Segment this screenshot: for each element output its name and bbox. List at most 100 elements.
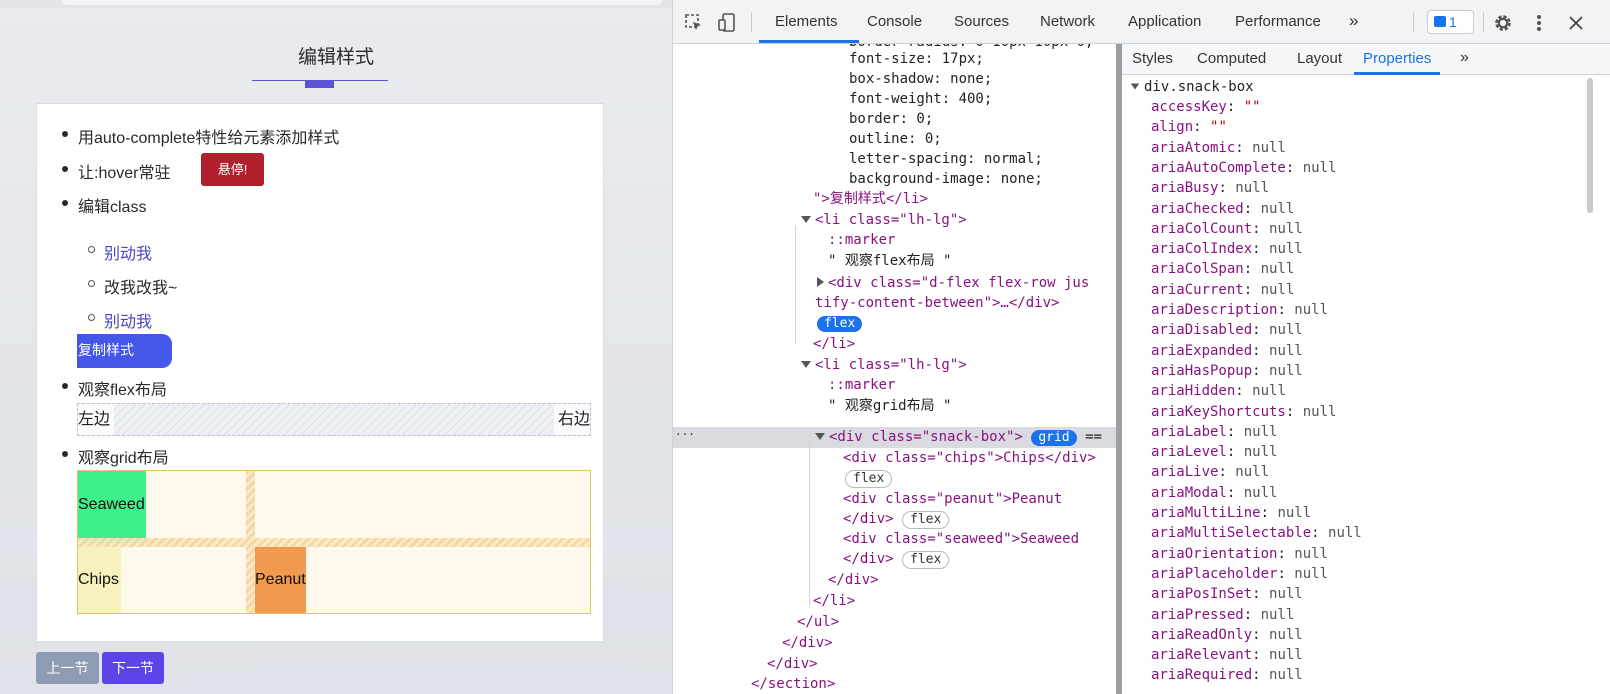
- sub-list-item[interactable]: 改我改我~: [104, 274, 177, 298]
- property-value: null: [1269, 626, 1303, 643]
- dom-node[interactable]: ">复制样式</li>: [813, 189, 928, 209]
- grid-badge[interactable]: grid: [1031, 430, 1077, 446]
- dom-text[interactable]: " 观察flex布局 ": [828, 251, 951, 271]
- property-row[interactable]: ariaExpanded: null: [1151, 341, 1303, 361]
- tab-sources[interactable]: Sources: [954, 13, 1009, 30]
- flex-badge[interactable]: flex: [845, 468, 893, 488]
- property-row[interactable]: ariaHasPopup: null: [1151, 361, 1303, 381]
- property-row[interactable]: accessKey: "": [1151, 97, 1261, 117]
- dom-node[interactable]: <div class="d-flex flex-row jus: [817, 273, 1089, 293]
- settings-gear-icon[interactable]: [1493, 13, 1513, 33]
- hover-badge[interactable]: 悬停!: [201, 153, 264, 186]
- tab-application[interactable]: Application: [1128, 13, 1201, 30]
- property-row[interactable]: ariaAtomic: null: [1151, 138, 1286, 158]
- dom-node[interactable]: tify-content-between">…</div>: [815, 293, 1059, 313]
- property-value: null: [1260, 200, 1295, 217]
- property-row[interactable]: ariaChecked: null: [1151, 199, 1294, 219]
- dom-node[interactable]: </li>: [813, 591, 855, 611]
- dom-node[interactable]: <div class="chips">Chips</div>: [843, 448, 1096, 468]
- list-item: 观察grid布局: [78, 450, 169, 467]
- dom-text[interactable]: " 观察grid布局 ": [828, 396, 951, 416]
- property-row[interactable]: ariaOrientation: null: [1151, 544, 1328, 564]
- property-row[interactable]: ariaMultiLine: null: [1151, 503, 1311, 523]
- dom-node[interactable]: <div class="seaweed">Seaweed: [843, 529, 1079, 549]
- property-row[interactable]: ariaPosInSet: null: [1151, 584, 1303, 604]
- flex-badge[interactable]: flex: [817, 313, 863, 333]
- property-value: null: [1302, 159, 1337, 176]
- sub-list-item[interactable]: 别动我: [104, 240, 152, 264]
- bullet: [62, 200, 68, 206]
- dom-node[interactable]: </section>: [751, 674, 835, 694]
- property-row[interactable]: ariaHidden: null: [1151, 381, 1286, 401]
- tab-console[interactable]: Console: [867, 13, 922, 30]
- tab-properties[interactable]: Properties: [1363, 50, 1431, 67]
- close-icon[interactable]: [1569, 16, 1583, 30]
- property-row[interactable]: align: "": [1151, 117, 1227, 137]
- dom-node[interactable]: </div>: [782, 633, 833, 653]
- property-row[interactable]: ariaLevel: null: [1151, 442, 1277, 462]
- grid-gap-column: [246, 471, 255, 613]
- dom-node[interactable]: </li>: [813, 334, 855, 354]
- inspect-icon[interactable]: [685, 14, 703, 32]
- property-row[interactable]: ariaDescription: null: [1151, 300, 1328, 320]
- expand-triangle-icon[interactable]: [801, 361, 811, 368]
- grid-peanut: Peanut: [255, 547, 306, 613]
- tab-network[interactable]: Network: [1040, 13, 1095, 30]
- property-row[interactable]: ariaColIndex: null: [1151, 239, 1303, 259]
- dom-node[interactable]: </ul>: [797, 612, 839, 632]
- more-tabs-chevron-icon[interactable]: »: [1460, 49, 1469, 67]
- dom-node[interactable]: </div> flex: [843, 549, 950, 569]
- issues-badge[interactable]: 1: [1427, 10, 1474, 34]
- expand-triangle-icon[interactable]: [1130, 83, 1140, 90]
- property-row[interactable]: ariaMultiSelectable: null: [1151, 523, 1362, 543]
- property-row[interactable]: ariaModal: null: [1151, 483, 1277, 503]
- property-row[interactable]: ariaReadOnly: null: [1151, 625, 1303, 645]
- property-row[interactable]: ariaRelevant: null: [1151, 645, 1303, 665]
- property-row[interactable]: ariaKeyShortcuts: null: [1151, 402, 1336, 422]
- property-row[interactable]: ariaBusy: null: [1151, 178, 1269, 198]
- property-row[interactable]: ariaDisabled: null: [1151, 320, 1303, 340]
- property-row[interactable]: ariaLabel: null: [1151, 422, 1277, 442]
- property-row[interactable]: ariaCurrent: null: [1151, 280, 1294, 300]
- ellipsis-icon[interactable]: ···: [675, 425, 695, 445]
- device-toolbar-icon[interactable]: [718, 13, 736, 33]
- property-row[interactable]: ariaAutoComplete: null: [1151, 158, 1336, 178]
- tab-elements[interactable]: Elements: [775, 13, 838, 30]
- style-rule-line: letter-spacing: normal;: [849, 151, 1043, 167]
- prev-button[interactable]: 上一节: [36, 652, 99, 684]
- property-value: null: [1269, 241, 1303, 258]
- collapse-triangle-icon[interactable]: [817, 277, 824, 287]
- expand-triangle-icon[interactable]: [801, 216, 811, 223]
- property-row[interactable]: ariaPressed: null: [1151, 605, 1294, 625]
- property-key: ariaRelevant: [1151, 647, 1253, 664]
- property-row[interactable]: ariaPlaceholder: null: [1151, 564, 1328, 584]
- dom-node-selected[interactable]: <div class="snack-box"> grid ==: [815, 427, 1102, 447]
- dom-node[interactable]: <li class="lh-lg">: [801, 355, 967, 375]
- tab-performance[interactable]: Performance: [1235, 13, 1321, 30]
- more-tabs-chevron-icon[interactable]: »: [1349, 11, 1358, 31]
- dom-node[interactable]: </div> flex: [843, 509, 950, 529]
- dom-node[interactable]: <li class="lh-lg">: [801, 210, 967, 230]
- copy-style-button[interactable]: 复制样式: [77, 334, 172, 368]
- property-row[interactable]: ariaRequired: null: [1151, 665, 1303, 685]
- scrollbar-thumb[interactable]: [1587, 78, 1593, 213]
- property-value: "": [1210, 119, 1227, 136]
- kebab-menu-icon[interactable]: [1536, 14, 1542, 32]
- property-value: null: [1235, 180, 1270, 197]
- dom-node[interactable]: </div>: [828, 570, 879, 590]
- expand-triangle-icon[interactable]: [815, 433, 825, 440]
- tab-styles[interactable]: Styles: [1132, 50, 1173, 67]
- next-button[interactable]: 下一节: [102, 652, 164, 684]
- tab-computed[interactable]: Computed: [1197, 50, 1266, 67]
- dom-node[interactable]: </div>: [767, 654, 818, 674]
- dom-pseudo[interactable]: ::marker: [828, 375, 895, 395]
- dom-pseudo[interactable]: ::marker: [828, 230, 895, 250]
- tab-layout[interactable]: Layout: [1297, 50, 1342, 67]
- property-key: ariaPosInSet: [1151, 586, 1253, 603]
- property-row[interactable]: ariaColSpan: null: [1151, 259, 1294, 279]
- node-header[interactable]: div.snack-box: [1130, 77, 1254, 97]
- sub-list-item[interactable]: 别动我: [104, 308, 152, 332]
- dom-node[interactable]: <div class="peanut">Peanut: [843, 489, 1062, 509]
- property-row[interactable]: ariaColCount: null: [1151, 219, 1303, 239]
- property-row[interactable]: ariaLive: null: [1151, 462, 1269, 482]
